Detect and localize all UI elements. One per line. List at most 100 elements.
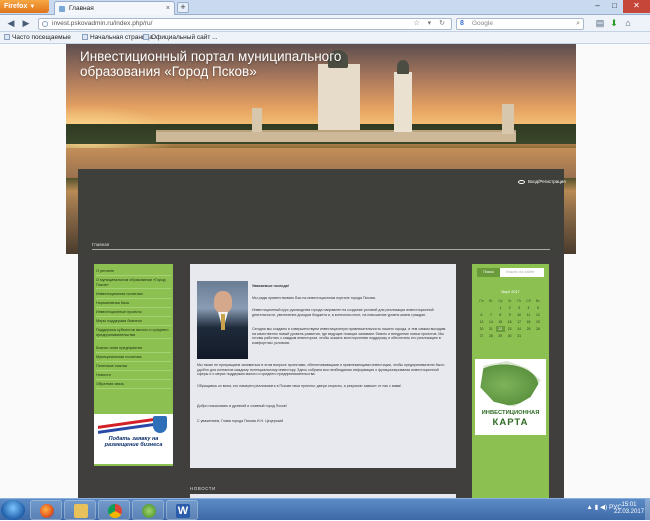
- menu-item-region[interactable]: О регионе: [96, 269, 171, 276]
- calendar-day[interactable]: 18: [524, 319, 533, 325]
- tab-close-icon[interactable]: ×: [166, 2, 170, 15]
- calendar-day[interactable]: 4: [524, 305, 533, 311]
- menu-item-useful-links[interactable]: Полезные ссылки: [96, 364, 171, 371]
- tray-arrow-icon[interactable]: ▲: [586, 504, 592, 511]
- login-link[interactable]: Вход/Регистрация: [518, 179, 566, 184]
- calendar-day[interactable]: 7: [486, 312, 495, 318]
- calendar-day[interactable]: 21: [486, 326, 495, 332]
- search-bar[interactable]: 8 Google ⌕: [456, 18, 584, 30]
- green-app-icon: [142, 504, 156, 518]
- portrait-head: [214, 291, 232, 313]
- minimize-button[interactable]: –: [589, 0, 606, 13]
- calendar-month[interactable]: Март 2017: [476, 289, 545, 296]
- menu-item-investment-policy[interactable]: Инвестиционная политика: [96, 292, 171, 299]
- new-tab-button[interactable]: +: [177, 2, 189, 13]
- calendar-day[interactable]: 19: [533, 319, 542, 325]
- calendar-day[interactable]: 13: [477, 319, 486, 325]
- calendar-day[interactable]: 26: [533, 326, 542, 332]
- calendar-day[interactable]: 3: [515, 305, 524, 311]
- show-desktop-button[interactable]: [645, 499, 650, 521]
- calendar-day[interactable]: 1: [496, 305, 505, 311]
- article-paragraph: Мы также не прекращаем заниматься в этом…: [197, 363, 445, 376]
- clock[interactable]: 15:01 22.03.2017: [614, 502, 644, 516]
- start-button[interactable]: [1, 500, 25, 520]
- site-search-input[interactable]: Искать на сайте: [502, 268, 544, 277]
- calendar-weekday: Пн: [479, 299, 484, 303]
- site-search-form: Поиск Искать на сайте: [477, 268, 544, 277]
- calendar-day[interactable]: 22: [495, 326, 505, 332]
- taskbar-chrome[interactable]: [98, 500, 130, 520]
- calendar-day[interactable]: 10: [515, 312, 524, 318]
- maximize-button[interactable]: □: [606, 0, 623, 13]
- taskbar-firefox[interactable]: [30, 500, 62, 520]
- site-search-button[interactable]: Поиск: [477, 268, 500, 277]
- calendar-day[interactable]: 29: [496, 333, 505, 339]
- firefox-menu-button[interactable]: Firefox ▼: [0, 0, 49, 13]
- calendar-weekday: Вт: [489, 299, 493, 303]
- breadcrumb[interactable]: Главная: [92, 242, 109, 247]
- site-title[interactable]: Инвестиционный портал муниципального обр…: [80, 49, 400, 79]
- article-paragraph: Мы рады приветствовать Вас на инвестицио…: [252, 296, 376, 300]
- taskbar-explorer[interactable]: [64, 500, 96, 520]
- download-icon[interactable]: ⬇: [608, 18, 620, 30]
- taskbar-app[interactable]: [132, 500, 164, 520]
- calendar-day[interactable]: 31: [515, 333, 524, 339]
- bookmark-official-site[interactable]: Официальный сайт ...: [143, 32, 218, 43]
- calendar-day[interactable]: 15: [496, 319, 505, 325]
- investment-map-banner[interactable]: ИНВЕСТИЦИОННАЯ КАРТА: [475, 359, 546, 435]
- menu-item-business-plan[interactable]: Бизнес-план предприятия: [96, 346, 171, 353]
- browser-tab-strip: Firefox ▼ Главная × + – □ ✕: [0, 0, 650, 15]
- menu-item-sme-support[interactable]: Поддержка субъектов малого и среднего пр…: [96, 328, 171, 340]
- tab-title: Главная: [69, 5, 94, 12]
- calendar-day[interactable]: 6: [477, 312, 486, 318]
- bookmark-most-visited[interactable]: Часто посещаемые: [4, 32, 71, 43]
- calendar-day[interactable]: 30: [505, 333, 514, 339]
- portrait-tie: [221, 314, 225, 330]
- calendar-day[interactable]: 14: [486, 319, 495, 325]
- site-identity-icon[interactable]: [42, 21, 48, 27]
- menu-item-regulations[interactable]: Нормативная база: [96, 301, 171, 308]
- word-icon: W: [176, 504, 190, 518]
- calendar-day[interactable]: 24: [515, 326, 524, 332]
- address-bar[interactable]: invest.pskovadmin.ru/index.php/ru/ ☆ ▾ ↻: [38, 18, 452, 30]
- news-section-heading: НОВОСТИ: [190, 486, 216, 491]
- calendar-day[interactable]: 5: [533, 305, 542, 311]
- menu-item-municipality[interactable]: О муниципальном образовании «Город Псков…: [96, 278, 171, 290]
- forward-button[interactable]: ▶: [20, 18, 32, 30]
- address-bar-tools[interactable]: ☆ ▾ ↻: [413, 19, 448, 29]
- submit-application-banner[interactable]: Подать заявку на размещение бизнеса: [94, 414, 173, 464]
- volume-icon[interactable]: ◀): [600, 504, 607, 511]
- calendar-weekday: Вс: [535, 299, 540, 303]
- calendar-day[interactable]: 8: [496, 312, 505, 318]
- menu-item-news[interactable]: Новости: [96, 373, 171, 380]
- firefox-menu-label: Firefox: [4, 3, 28, 10]
- calendar-day[interactable]: 9: [505, 312, 514, 318]
- bookmarks-menu-icon[interactable]: ▤: [594, 18, 606, 30]
- calendar-day[interactable]: 23: [505, 326, 514, 332]
- window-close-button[interactable]: ✕: [623, 0, 650, 13]
- calendar-day[interactable]: 2: [505, 305, 514, 311]
- chevron-down-icon: ▼: [29, 4, 36, 10]
- google-engine-icon[interactable]: 8: [460, 19, 464, 29]
- menu-item-feedback[interactable]: Обратная связь: [96, 382, 171, 389]
- calendar-day[interactable]: 20: [477, 326, 486, 332]
- browser-tab[interactable]: Главная ×: [54, 1, 175, 15]
- calendar-day[interactable]: 11: [524, 312, 533, 318]
- menu-item-municipal-policy[interactable]: Муниципальная политика: [96, 355, 171, 362]
- back-button[interactable]: ◀: [5, 18, 17, 30]
- calendar-day[interactable]: 27: [477, 333, 486, 339]
- home-icon[interactable]: ⌂: [622, 18, 634, 30]
- calendar-day[interactable]: 12: [533, 312, 542, 318]
- network-icon[interactable]: ▮: [595, 504, 599, 511]
- calendar-day[interactable]: 25: [524, 326, 533, 332]
- menu-item-investment-projects[interactable]: Инвестиционные проекты: [96, 310, 171, 317]
- taskbar-word[interactable]: W: [166, 500, 198, 520]
- clock-time: 15:01: [621, 502, 637, 508]
- menu-item-business-support[interactable]: Меры поддержки бизнеса: [96, 319, 171, 326]
- bookmark-label: Часто посещаемые: [12, 34, 71, 41]
- bookmark-page-icon: [82, 34, 88, 40]
- calendar-day[interactable]: 16: [505, 319, 514, 325]
- search-icon[interactable]: ⌕: [576, 19, 580, 29]
- calendar-day[interactable]: 17: [515, 319, 524, 325]
- calendar-day[interactable]: 28: [486, 333, 495, 339]
